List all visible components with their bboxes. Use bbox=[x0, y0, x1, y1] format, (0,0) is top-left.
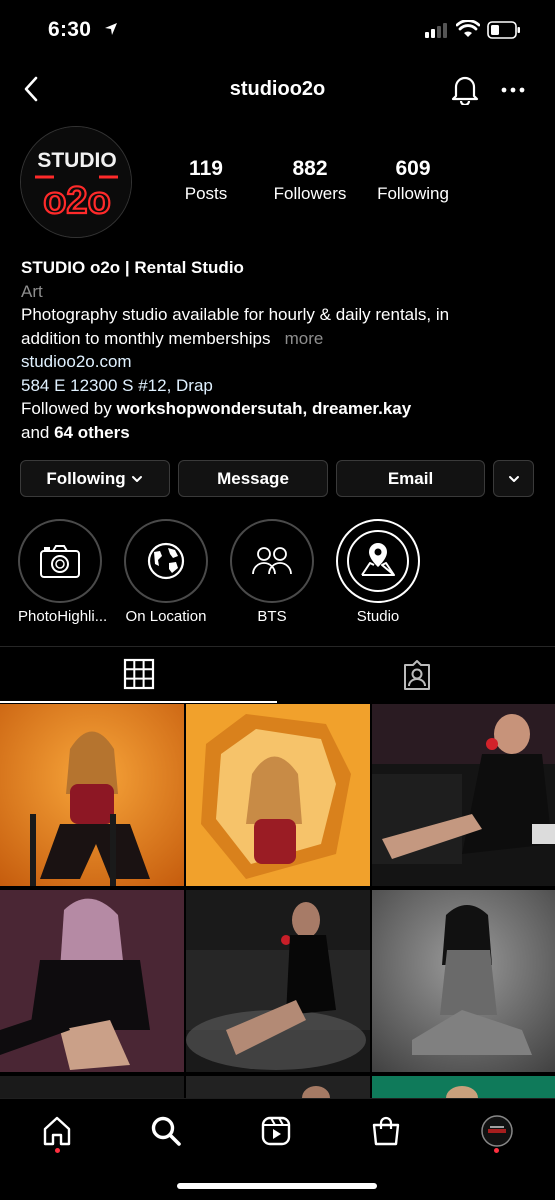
nav-home[interactable] bbox=[37, 1111, 77, 1151]
highlight-on-location[interactable]: On Location bbox=[124, 519, 208, 625]
wifi-icon bbox=[455, 19, 481, 43]
search-icon bbox=[151, 1116, 181, 1146]
post-thumbnail[interactable] bbox=[0, 1076, 184, 1098]
tab-tagged[interactable] bbox=[278, 647, 555, 703]
post-thumbnail[interactable] bbox=[372, 1076, 555, 1098]
post-thumbnail[interactable] bbox=[372, 890, 555, 1072]
map-pin-icon bbox=[347, 530, 409, 592]
following-button-label: Following bbox=[46, 468, 126, 488]
profile-tabs bbox=[0, 646, 555, 703]
bio-more-link[interactable]: more bbox=[285, 329, 324, 348]
profile-category: Art bbox=[21, 281, 43, 301]
tab-posts-grid[interactable] bbox=[0, 647, 277, 703]
nav-shop[interactable] bbox=[366, 1111, 406, 1151]
post-thumbnail[interactable] bbox=[372, 704, 555, 886]
followed-by-row[interactable]: Followed by workshopwondersutah, dreamer… bbox=[21, 397, 536, 421]
notification-bell-icon[interactable] bbox=[450, 73, 480, 110]
highlight-label: PhotoHighli... bbox=[18, 608, 108, 625]
message-button-label: Message bbox=[217, 468, 289, 488]
nav-profile[interactable] bbox=[477, 1111, 517, 1151]
reels-icon bbox=[261, 1116, 291, 1146]
home-indicator[interactable] bbox=[177, 1183, 377, 1189]
highlight-studio[interactable]: Studio bbox=[336, 519, 420, 625]
followed-by-others: 64 others bbox=[54, 422, 130, 442]
followed-by-names: workshopwondersutah, dreamer.kay bbox=[116, 399, 412, 418]
status-time: 6:30 bbox=[48, 18, 92, 41]
battery-icon bbox=[487, 21, 521, 44]
more-options-icon[interactable] bbox=[500, 78, 526, 103]
highlight-photohighlights[interactable]: PhotoHighli... bbox=[18, 519, 108, 625]
profile-header: studioo2o bbox=[0, 62, 555, 118]
people-icon bbox=[252, 547, 292, 575]
highlight-label: On Location bbox=[125, 608, 207, 625]
following-count: 609 bbox=[395, 157, 431, 180]
followed-by-others-row[interactable]: and 64 others bbox=[21, 421, 536, 445]
highlight-label: Studio bbox=[356, 608, 400, 625]
cellular-signal-icon bbox=[425, 22, 449, 43]
profile-address-link[interactable]: 584 E 12300 S #12, Drap bbox=[21, 374, 536, 398]
post-thumbnail[interactable] bbox=[186, 890, 370, 1072]
following-label: Following bbox=[377, 184, 449, 203]
email-button-label: Email bbox=[387, 468, 434, 488]
camera-icon bbox=[40, 545, 80, 578]
highlight-label: BTS bbox=[257, 608, 287, 625]
followers-count: 882 bbox=[292, 157, 328, 180]
profile-bio: STUDIO o2o | Rental Studio Art Photograp… bbox=[21, 256, 536, 444]
location-arrow-icon bbox=[104, 22, 118, 41]
profile-website-link[interactable]: studioo2o.com bbox=[21, 350, 536, 374]
post-thumbnail[interactable] bbox=[186, 704, 370, 886]
bio-description-line1: Photography studio available for hourly … bbox=[21, 305, 450, 324]
status-bar: 6:30 bbox=[0, 0, 555, 62]
home-icon bbox=[43, 1116, 71, 1146]
posts-stat[interactable]: 119 Posts bbox=[151, 157, 261, 204]
profile-avatar-icon bbox=[481, 1115, 513, 1147]
following-stat[interactable]: 609 Following bbox=[358, 157, 468, 204]
followers-stat[interactable]: 882 Followers bbox=[255, 157, 365, 204]
suggested-accounts-button[interactable] bbox=[493, 460, 534, 497]
profile-stats: 119 Posts 882 Followers 609 Following bbox=[0, 157, 555, 217]
post-thumbnail[interactable] bbox=[0, 890, 184, 1072]
post-thumbnail[interactable] bbox=[186, 1076, 370, 1098]
profile-notification-dot bbox=[494, 1148, 499, 1153]
nav-search[interactable] bbox=[146, 1111, 186, 1151]
posts-count: 119 bbox=[189, 157, 223, 180]
globe-icon bbox=[147, 542, 185, 580]
chevron-down-icon bbox=[508, 475, 519, 482]
post-thumbnail[interactable] bbox=[0, 704, 184, 886]
home-notification-dot bbox=[55, 1148, 60, 1153]
followed-by-and: and bbox=[21, 422, 55, 442]
message-button[interactable]: Message bbox=[178, 460, 328, 497]
bio-description-line2: addition to monthly memberships bbox=[21, 328, 271, 348]
nav-reels[interactable] bbox=[256, 1111, 296, 1151]
grid-icon bbox=[123, 658, 154, 690]
profile-display-name: STUDIO o2o | Rental Studio bbox=[21, 258, 244, 277]
email-button[interactable]: Email bbox=[336, 460, 485, 497]
bio-description-line2-row: addition to monthly memberships more bbox=[21, 327, 536, 351]
following-button[interactable]: Following bbox=[20, 460, 170, 497]
tagged-icon bbox=[403, 660, 430, 690]
followed-by-prefix: Followed by bbox=[21, 399, 117, 418]
posts-label: Posts bbox=[184, 184, 228, 203]
highlight-bts[interactable]: BTS bbox=[230, 519, 314, 625]
followers-label: Followers bbox=[273, 184, 347, 203]
shop-icon bbox=[372, 1116, 400, 1146]
chevron-down-icon bbox=[131, 475, 142, 482]
